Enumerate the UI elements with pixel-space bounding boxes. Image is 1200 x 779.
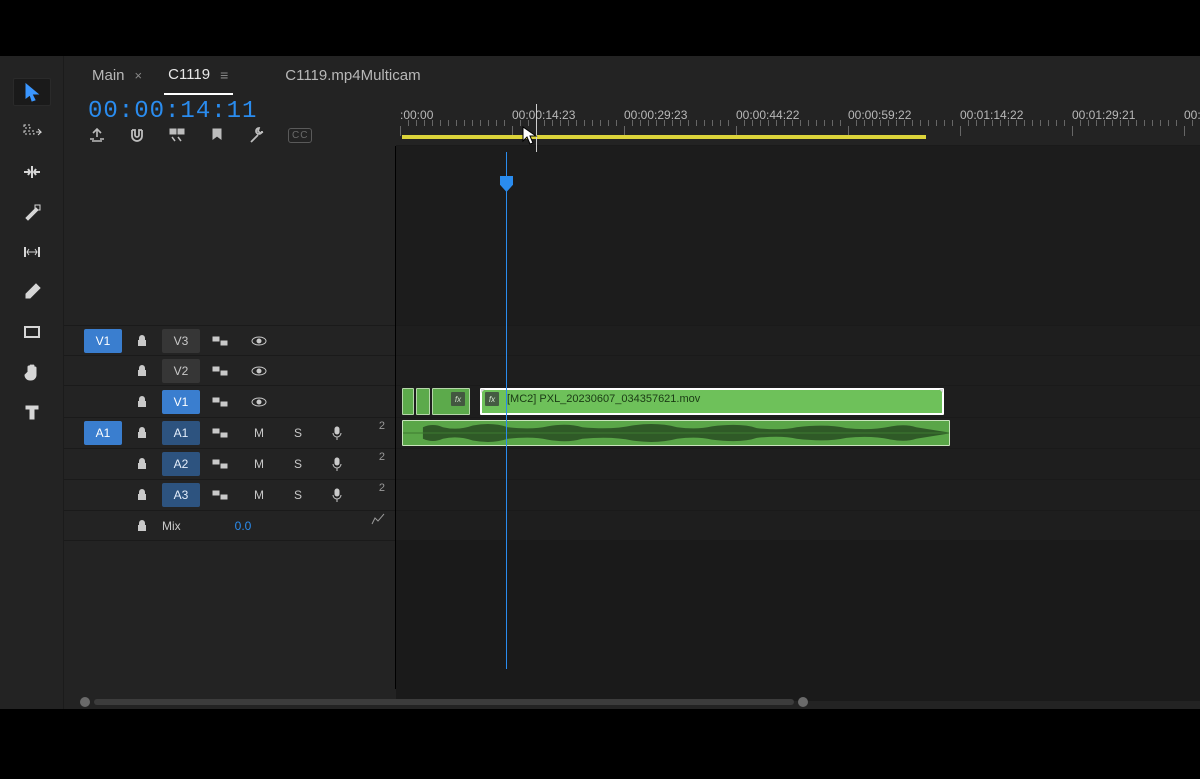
track-target-v3[interactable]: V3 <box>162 329 200 353</box>
mix-read-icon[interactable] <box>371 513 385 528</box>
pen-tool[interactable] <box>13 278 51 306</box>
source-patch-v1[interactable]: V1 <box>84 329 122 353</box>
track-lock-mix[interactable] <box>123 514 161 538</box>
horizontal-scrollbar[interactable] <box>80 697 1184 707</box>
lane-spacer <box>396 146 1200 326</box>
track-header-a1: A1 A1 M S 2 <box>64 418 395 449</box>
mute-a1[interactable]: M <box>240 421 278 445</box>
rectangle-tool[interactable] <box>13 318 51 346</box>
tab-active[interactable]: C1119 ≡ <box>164 62 233 95</box>
source-patch-a1[interactable]: A1 <box>84 421 122 445</box>
lane-v1[interactable]: fx fx [MC2] PXL_20230607_034357621.mov <box>396 386 1200 418</box>
clip-a1[interactable]: fx <box>402 420 950 446</box>
track-target-v1[interactable]: V1 <box>162 390 200 414</box>
fx-badge-icon: fx <box>485 392 499 406</box>
slip-tool[interactable] <box>13 238 51 266</box>
track-target-v2[interactable]: V2 <box>162 359 200 383</box>
track-target-a1[interactable]: A1 <box>162 421 200 445</box>
track-header-a3: A3 M S 2 <box>64 480 395 511</box>
work-area-bar[interactable] <box>402 135 926 139</box>
track-header-v2: V2 <box>64 356 395 386</box>
solo-a1[interactable]: S <box>279 421 317 445</box>
tab-main[interactable]: Main × <box>88 63 146 94</box>
lane-v2[interactable] <box>396 356 1200 386</box>
mix-value[interactable]: 0.0 <box>213 514 273 538</box>
tab-main-label: Main <box>92 67 125 84</box>
track-label-mix: Mix <box>162 514 212 538</box>
clip-v1-main[interactable]: fx [MC2] PXL_20230607_034357621.mov <box>480 388 944 415</box>
tab-active-label: C1119 <box>168 66 210 83</box>
lane-empty <box>396 541 1200 701</box>
mute-a3[interactable]: M <box>240 483 278 507</box>
scrollbar-track[interactable] <box>94 699 794 705</box>
lane-a2[interactable] <box>396 449 1200 480</box>
letterbox-bottom <box>0 709 1200 779</box>
clip-out-handle-icon[interactable] <box>938 388 944 394</box>
track-lock-a2[interactable] <box>123 452 161 476</box>
lane-v3[interactable] <box>396 326 1200 356</box>
sync-lock-a2[interactable] <box>201 452 239 476</box>
toggle-output-v3[interactable] <box>240 329 278 353</box>
sync-lock-v1[interactable] <box>201 390 239 414</box>
letterbox-top <box>0 0 1200 56</box>
lane-mix[interactable] <box>396 511 1200 541</box>
clip-v1-seg1[interactable] <box>402 388 414 415</box>
sync-lock-a1[interactable] <box>201 421 239 445</box>
clip-v1-seg2[interactable] <box>416 388 430 415</box>
mouse-cursor-icon <box>522 126 538 149</box>
track-lock-v3[interactable] <box>123 329 161 353</box>
track-header-v1: V1 <box>64 386 395 418</box>
fx-badge-icon: fx <box>451 392 465 406</box>
toggle-output-v1[interactable] <box>240 390 278 414</box>
sync-lock-v2[interactable] <box>201 359 239 383</box>
voiceover-a3[interactable] <box>318 483 356 507</box>
channel-count-a1: 2 <box>379 420 385 432</box>
lane-a3[interactable] <box>396 480 1200 511</box>
mute-a2[interactable]: M <box>240 452 278 476</box>
zoom-handle-right[interactable] <box>798 697 808 707</box>
track-lock-a1[interactable] <box>123 421 161 445</box>
timeline-panel: Main × C1119 ≡ C1119.mp4Multicam 00:00:1… <box>64 56 1200 709</box>
timeline-body: :00:0000:00:14:2300:00:29:2300:00:44:220… <box>64 104 1200 689</box>
channel-count-a3: 2 <box>379 482 385 494</box>
tab-active-menu-icon[interactable]: ≡ <box>220 67 229 83</box>
solo-a3[interactable]: S <box>279 483 317 507</box>
tab-multicam-label: C1119.mp4Multicam <box>285 67 420 84</box>
solo-a2[interactable]: S <box>279 452 317 476</box>
channel-count-a2: 2 <box>379 451 385 463</box>
track-headers: V1 V3 V2 V1 <box>64 146 396 689</box>
track-target-a3[interactable]: A3 <box>162 483 200 507</box>
tab-main-close-icon[interactable]: × <box>135 68 143 83</box>
clip-v1-main-label: [MC2] PXL_20230607_034357621.mov <box>501 391 706 407</box>
sync-lock-a3[interactable] <box>201 483 239 507</box>
toggle-output-v2[interactable] <box>240 359 278 383</box>
track-lanes[interactable]: fx fx [MC2] PXL_20230607_034357621.mov f… <box>396 146 1200 689</box>
clip-v1-seg3[interactable]: fx <box>432 388 470 415</box>
track-header-v3: V1 V3 <box>64 326 395 356</box>
track-target-a2[interactable]: A2 <box>162 452 200 476</box>
zoom-handle-left[interactable] <box>80 697 90 707</box>
sync-lock-v3[interactable] <box>201 329 239 353</box>
type-tool[interactable] <box>13 398 51 426</box>
time-ruler[interactable]: :00:0000:00:14:2300:00:29:2300:00:44:220… <box>396 104 1200 146</box>
sequence-tabs: Main × C1119 ≡ C1119.mp4Multicam <box>88 62 425 95</box>
track-header-a2: A2 M S 2 <box>64 449 395 480</box>
track-lock-a3[interactable] <box>123 483 161 507</box>
lane-a1[interactable]: fx <box>396 418 1200 449</box>
voiceover-a1[interactable] <box>318 421 356 445</box>
hand-tool[interactable] <box>13 358 51 386</box>
track-lock-v2[interactable] <box>123 359 161 383</box>
track-select-forward-tool[interactable] <box>13 118 51 146</box>
tool-strip <box>0 56 64 709</box>
editor-region: Main × C1119 ≡ C1119.mp4Multicam 00:00:1… <box>0 56 1200 709</box>
ripple-edit-tool[interactable] <box>13 158 51 186</box>
selection-tool[interactable] <box>13 78 51 106</box>
track-lock-v1[interactable] <box>123 390 161 414</box>
waveform <box>403 421 949 445</box>
razor-tool[interactable] <box>13 198 51 226</box>
track-header-mix: Mix 0.0 <box>64 511 395 541</box>
voiceover-a2[interactable] <box>318 452 356 476</box>
playhead[interactable] <box>506 152 507 669</box>
tab-multicam[interactable]: C1119.mp4Multicam <box>281 63 424 94</box>
